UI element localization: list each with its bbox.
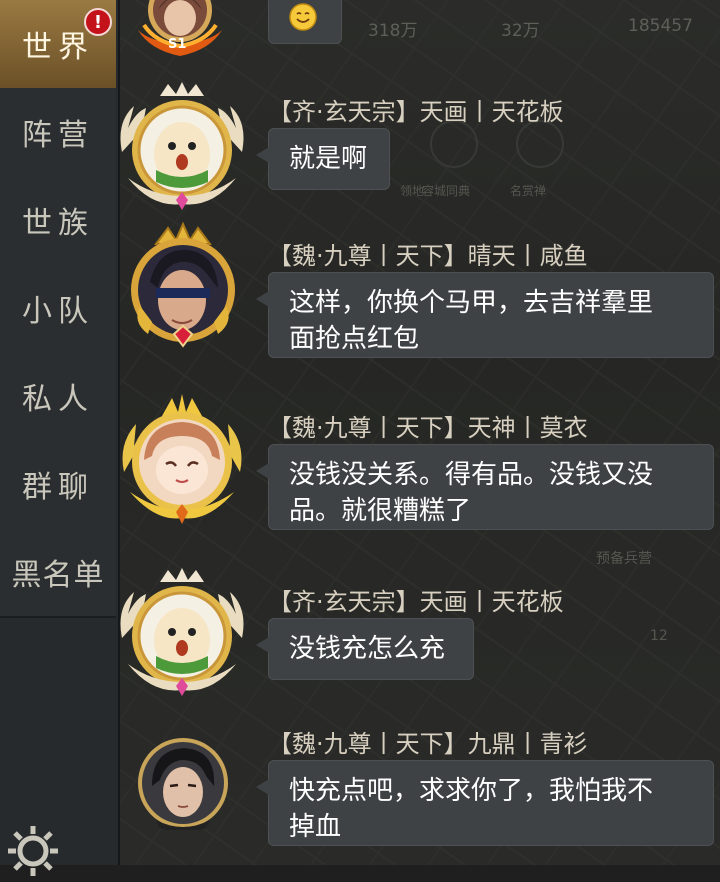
chat-bubble: 快充点吧，求求你了，我怕我不 掉血: [256, 760, 714, 846]
sender-name: 【齐·玄天宗】天画丨天花板: [268, 98, 564, 126]
message-text-line: 品。就很糟糕了: [289, 496, 472, 526]
emoji-bubble: [268, 0, 342, 44]
sender-name: 【魏·九尊丨天下】天神丨莫衣: [268, 414, 588, 442]
message-text-line: 掉血: [289, 812, 342, 842]
message-text-line: 这样，你换个马甲，去吉祥羣里: [289, 288, 654, 318]
tab-label: 群聊: [22, 470, 94, 505]
sender-name: 【齐·玄天宗】天画丨天花板: [268, 588, 564, 616]
message-text: 没钱充怎么充: [289, 634, 446, 664]
egg-character-avatar[interactable]: [112, 82, 252, 214]
tab-faction[interactable]: 阵营: [0, 88, 116, 178]
tab-group-chat[interactable]: 群聊: [0, 440, 116, 530]
egg-character-avatar[interactable]: [112, 568, 252, 700]
channel-sidebar: 世界 ! 阵营 世族 小队 私人 群聊 黑名单: [0, 0, 120, 876]
gear-icon[interactable]: [2, 820, 64, 882]
chat-bubble: 没钱充怎么充: [256, 618, 474, 680]
avatar-level: S1: [168, 37, 187, 52]
resource-counter: 318万: [368, 21, 418, 41]
tab-label: 世族: [22, 206, 94, 241]
message-text-line: 快充点吧，求求你了，我怕我不: [289, 776, 654, 806]
smile-emoji-icon: [289, 3, 317, 31]
faded-label: 领地: [400, 184, 425, 198]
notification-badge: !: [84, 8, 112, 36]
chat-bubble: 这样，你换个马甲，去吉祥羣里 面抢点红包: [256, 272, 714, 358]
faded-label: 名赏禅: [510, 184, 547, 198]
message-text-line: 没钱没关系。得有品。没钱又没: [289, 460, 654, 490]
chat-bubble: 就是啊: [256, 128, 390, 190]
resource-counter: 185457: [628, 16, 693, 36]
tab-label: 世界: [22, 30, 94, 65]
tab-private[interactable]: 私人: [0, 352, 116, 442]
tab-label: 私人: [22, 382, 94, 417]
message-text-line: 面抢点红包: [289, 324, 420, 354]
tab-label: 小队: [22, 294, 94, 329]
sender-name: 【魏·九尊丨天下】九鼎丨青衫: [268, 730, 588, 758]
faded-label: 容城同典: [422, 184, 471, 198]
map-label: 12: [650, 628, 668, 644]
message-text: 就是啊: [289, 144, 368, 174]
map-label: 预备兵营: [596, 551, 652, 567]
tab-blacklist[interactable]: 黑名单: [0, 528, 116, 618]
chat-bubble: 没钱没关系。得有品。没钱又没 品。就很糟糕了: [256, 444, 714, 530]
girl-character-avatar[interactable]: [116, 394, 248, 526]
tab-label: 阵营: [22, 118, 94, 153]
tab-world[interactable]: 世界 !: [0, 0, 116, 90]
blindfold-warrior-avatar[interactable]: [118, 222, 248, 352]
resource-counter: 32万: [501, 21, 540, 41]
swordsman-avatar[interactable]: [136, 736, 230, 830]
tab-label: 黑名单: [11, 558, 105, 593]
tab-clan[interactable]: 世族: [0, 176, 116, 266]
sender-name: 【魏·九尊丨天下】晴天丨咸鱼: [268, 242, 588, 270]
tab-team[interactable]: 小队: [0, 264, 116, 354]
